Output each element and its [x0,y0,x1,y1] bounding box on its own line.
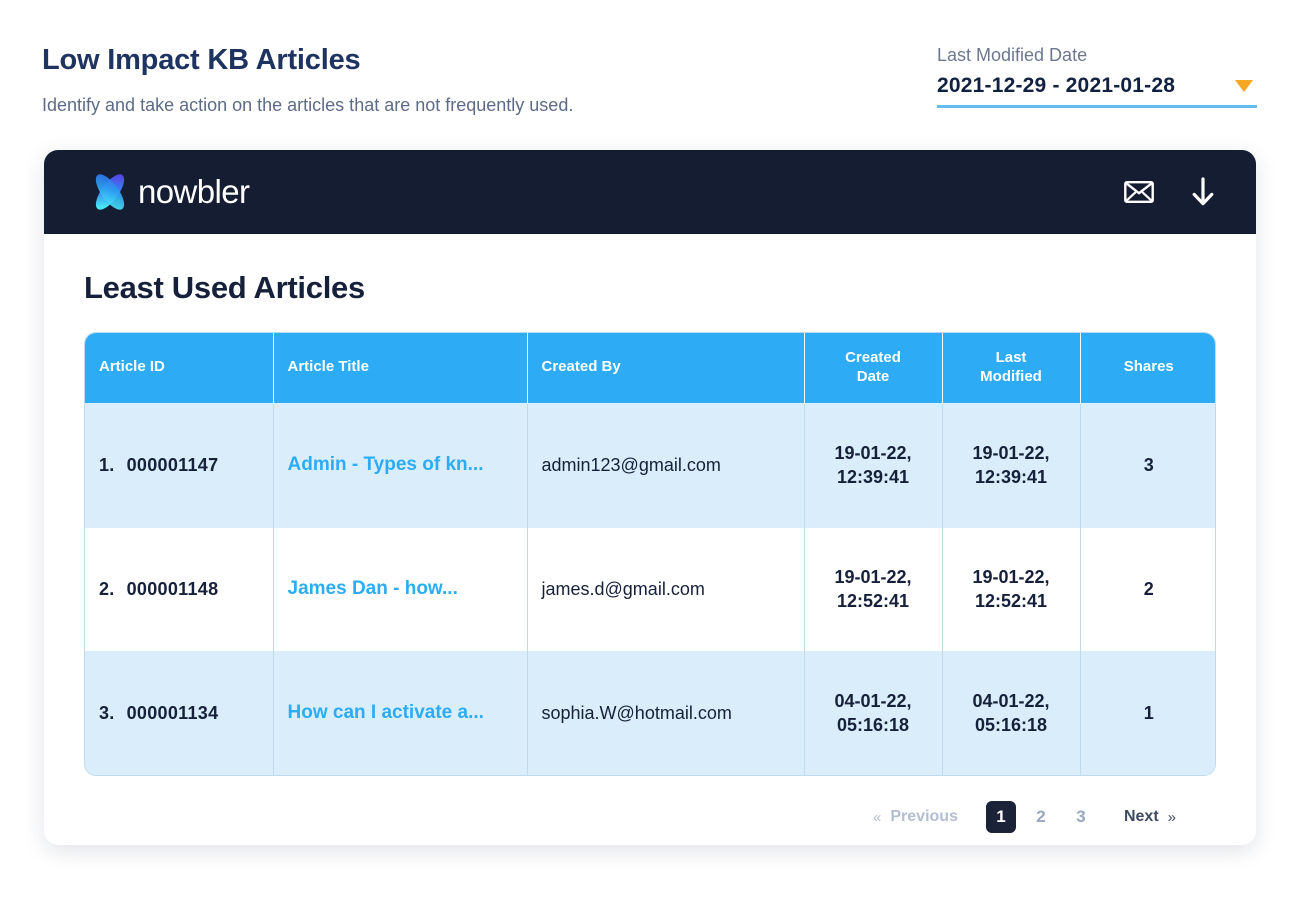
column-header-article-id[interactable]: Article ID [85,333,274,403]
last-modified-line2: 12:52:41 [974,591,1048,611]
created-date-line2: 12:52:41 [836,591,910,611]
cell-last-modified: 19-01-22, 12:52:41 [942,526,1081,651]
column-header-article-title[interactable]: Article Title [273,333,528,403]
knowbler-logo-icon [84,168,136,216]
cell-shares: 3 [1080,402,1215,527]
card-body: Least Used Articles Article ID Article T… [44,234,1256,833]
cell-last-modified: 04-01-22, 05:16:18 [942,650,1081,775]
pagination-next-label: Next [1123,808,1159,825]
column-header-created-date-line2: Date [856,367,890,385]
date-range-control[interactable]: 2021-12-29 - 2021-01-28 [937,68,1257,108]
pagination-previous-label: Previous [890,808,958,825]
created-date-line1: 19-01-22, [834,566,912,587]
page-title: Low Impact KB Articles [42,44,361,76]
column-header-last-modified[interactable]: Last Modified [942,333,1081,403]
article-id-value: 000001148 [126,578,219,599]
column-header-created-date[interactable]: Created Date [804,333,943,403]
row-rank: 2. [99,578,115,599]
cell-article-title: James Dan - how... [273,526,528,651]
caret-down-icon[interactable] [1235,80,1253,92]
page-subtitle: Identify and take action on the articles… [42,95,574,115]
date-range-label: Last Modified Date [937,45,1088,65]
report-card: nowbler Least Used Articles Article ID A… [44,150,1256,845]
cell-created-date: 19-01-22, 12:52:41 [804,526,943,651]
pagination-page-1[interactable]: 1 [985,801,1016,833]
last-modified-line1: 04-01-22, [972,690,1050,711]
article-title-link[interactable]: How can I activate a... [288,700,513,726]
cell-article-id: 2. 000001148 [85,526,274,651]
cell-article-id: 3. 000001134 [85,650,274,775]
pagination-previous[interactable]: « Previous [873,808,958,826]
created-date-line2: 12:39:41 [836,467,910,487]
column-header-created-by[interactable]: Created By [527,333,805,403]
created-date-line1: 19-01-22, [834,442,912,463]
cell-created-by: admin123@gmail.com [527,402,805,527]
brand-logo: nowbler [84,168,250,216]
mail-icon[interactable] [1122,175,1156,209]
page-root: Low Impact KB Articles Identify and take… [0,0,1301,901]
page-header: Low Impact KB Articles Identify and take… [0,0,1301,140]
cell-article-title: Admin - Types of kn... [273,402,528,527]
column-header-last-modified-line2: Modified [980,367,1042,385]
created-date-line2: 05:16:18 [836,715,910,736]
pagination-page-2[interactable]: 2 [1026,801,1056,833]
cell-shares: 1 [1080,650,1215,775]
column-header-created-date-line1: Created [845,349,901,366]
cell-last-modified: 19-01-22, 12:39:41 [942,402,1081,527]
cell-article-title: How can I activate a... [273,650,528,775]
cell-created-by: sophia.W@hotmail.com [527,650,805,775]
pagination: « Previous 1 2 3 Next » [84,776,1216,833]
card-header-bar: nowbler [44,150,1256,234]
row-rank: 1. [99,454,115,475]
column-header-last-modified-line1: Last [995,349,1027,366]
section-title: Least Used Articles [84,270,365,305]
chevron-right-icon: » [1167,808,1176,826]
article-id-value: 000001147 [126,454,219,475]
least-used-articles-table: Article ID Article Title Created By Crea… [84,332,1216,776]
table-row: 3. 000001134 How can I activate a... soph… [85,650,1215,775]
cell-shares: 2 [1080,526,1215,651]
date-range-value: 2021-12-29 - 2021-01-28 [937,74,1176,97]
article-title-link[interactable]: Admin - Types of kn... [288,452,513,478]
cell-article-id: 1. 000001147 [85,402,274,527]
cell-created-date: 04-01-22, 05:16:18 [804,650,943,775]
download-icon[interactable] [1186,175,1220,209]
card-header-actions [1122,175,1220,209]
cell-created-date: 19-01-22, 12:39:41 [804,402,943,527]
article-id-value: 000001134 [126,703,219,724]
last-modified-line2: 05:16:18 [974,715,1048,736]
pagination-page-3[interactable]: 3 [1066,801,1096,833]
last-modified-line1: 19-01-22, [972,442,1050,463]
article-title-link[interactable]: James Dan - how... [288,576,513,602]
table-row: 2. 000001148 James Dan - how... james.d@g… [85,526,1215,651]
created-date-line1: 04-01-22, [834,690,912,711]
column-header-shares[interactable]: Shares [1080,333,1215,403]
cell-created-by: james.d@gmail.com [527,526,805,651]
row-rank: 3. [99,703,115,724]
table-row: 1. 000001147 Admin - Types of kn... admin… [85,402,1215,527]
last-modified-line2: 12:39:41 [974,467,1048,487]
pagination-next[interactable]: Next » [1124,808,1176,826]
chevron-left-icon: « [873,808,882,826]
brand-name: nowbler [138,173,250,210]
date-range-filter[interactable]: Last Modified Date 2021-12-29 - 2021-01-… [937,42,1257,108]
table-header-row: Article ID Article Title Created By Crea… [85,333,1215,403]
last-modified-line1: 19-01-22, [972,566,1050,587]
